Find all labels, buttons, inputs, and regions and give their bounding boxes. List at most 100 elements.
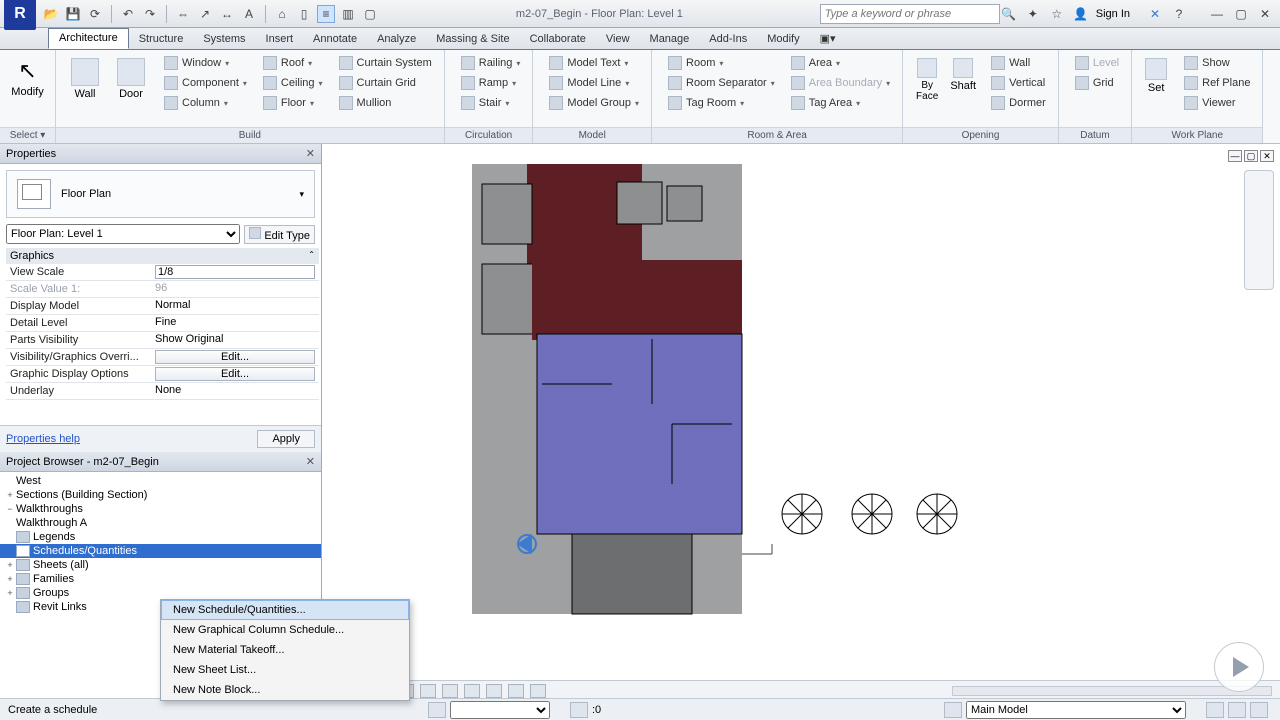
viewer-button[interactable]: Viewer — [1178, 94, 1256, 112]
filter-icon[interactable] — [1206, 702, 1224, 718]
help-icon[interactable]: ? — [1170, 5, 1188, 23]
mullion-button[interactable]: Mullion — [333, 94, 438, 112]
user-icon[interactable]: 👤 — [1072, 5, 1090, 23]
curtain-grid-button[interactable]: Curtain Grid — [333, 74, 438, 92]
vertical-button[interactable]: Vertical — [985, 74, 1052, 92]
tree-west[interactable]: West — [0, 474, 321, 488]
prop-input[interactable] — [155, 265, 315, 279]
play-overlay-icon[interactable] — [1214, 642, 1264, 692]
component-button[interactable]: Component — [158, 74, 253, 92]
worksets-icon[interactable] — [428, 702, 446, 718]
wall-button[interactable]: Wall — [62, 54, 108, 100]
model-group-button[interactable]: Model Group — [543, 94, 645, 112]
ramp-button[interactable]: Ramp — [455, 74, 527, 92]
tab-collaborate[interactable]: Collaborate — [520, 30, 596, 49]
collapse-icon[interactable]: ⌃ — [308, 250, 315, 262]
column-button[interactable]: Column — [158, 94, 253, 112]
search-input[interactable] — [820, 4, 1000, 24]
reveal-icon[interactable] — [530, 684, 546, 698]
floor-button[interactable]: Floor — [257, 94, 329, 112]
roof-button[interactable]: Roof — [257, 54, 329, 72]
select-pinned-icon[interactable] — [1250, 702, 1268, 718]
shadow-icon[interactable] — [420, 684, 436, 698]
switch-window-icon[interactable]: ▢ — [361, 5, 379, 23]
3d-icon[interactable]: ⌂ — [273, 5, 291, 23]
star-icon[interactable]: ☆ — [1048, 5, 1066, 23]
redo-icon[interactable]: ↷ — [141, 5, 159, 23]
shaft-button[interactable]: Shaft — [945, 54, 981, 92]
sync-icon[interactable]: ⟳ — [86, 5, 104, 23]
edit-type-button[interactable]: Edit Type — [244, 225, 315, 244]
tab-analyze[interactable]: Analyze — [367, 30, 426, 49]
dim-icon[interactable]: ↔ — [218, 5, 236, 23]
tab-add-ins[interactable]: Add-Ins — [699, 30, 757, 49]
lock-icon[interactable] — [486, 684, 502, 698]
open-icon[interactable]: 📂 — [42, 5, 60, 23]
workset-select[interactable] — [450, 701, 550, 719]
save-icon[interactable]: 💾 — [64, 5, 82, 23]
model-line-button[interactable]: Model Line — [543, 74, 645, 92]
section-icon[interactable]: ▯ — [295, 5, 313, 23]
close-icon[interactable]: ✕ — [1254, 5, 1276, 23]
menu-new-note-block-[interactable]: New Note Block... — [161, 680, 409, 700]
tree-sheets-all-[interactable]: +Sheets (all) — [0, 558, 321, 572]
browser-close-icon[interactable]: ✕ — [306, 455, 315, 468]
restore-view-icon[interactable]: ▢ — [1244, 150, 1258, 162]
crop-icon[interactable] — [442, 684, 458, 698]
key-icon[interactable]: ✦ — [1024, 5, 1042, 23]
menu-new-graphical-column-schedule-[interactable]: New Graphical Column Schedule... — [161, 620, 409, 640]
tree-schedules-quantities[interactable]: Schedules/Quantities — [0, 544, 321, 558]
binoculars-icon[interactable]: 🔍 — [1000, 5, 1018, 23]
text-icon[interactable]: A — [240, 5, 258, 23]
design-options-icon[interactable] — [944, 702, 962, 718]
tab-annotate[interactable]: Annotate — [303, 30, 367, 49]
grid-button[interactable]: Grid — [1069, 74, 1125, 92]
tree-groups[interactable]: +Groups — [0, 586, 321, 600]
window-button[interactable]: Window — [158, 54, 253, 72]
close-views-icon[interactable]: ▥ — [339, 5, 357, 23]
tree-walkthroughs[interactable]: −Walkthroughs — [0, 502, 321, 516]
editable-only-icon[interactable] — [570, 702, 588, 718]
menu-new-sheet-list-[interactable]: New Sheet List... — [161, 660, 409, 680]
tag-area-button[interactable]: Tag Area — [785, 94, 896, 112]
select-panel-title[interactable]: Select ▾ — [0, 127, 55, 143]
ceiling-button[interactable]: Ceiling — [257, 74, 329, 92]
tab-view[interactable]: View — [596, 30, 640, 49]
align-icon[interactable]: ↗ — [196, 5, 214, 23]
edit-button[interactable]: Edit... — [155, 350, 315, 364]
door-button[interactable]: Door — [108, 54, 154, 100]
tree-sections-building-section-[interactable]: +Sections (Building Section) — [0, 488, 321, 502]
wall-button[interactable]: Wall — [985, 54, 1052, 72]
close-view-icon[interactable]: ✕ — [1260, 150, 1274, 162]
tag-room-button[interactable]: Tag Room — [662, 94, 781, 112]
design-option-select[interactable]: Main Model — [966, 701, 1186, 719]
sign-in-link[interactable]: Sign In — [1096, 8, 1130, 20]
ribbon-expand-icon[interactable]: ▣▾ — [810, 29, 846, 49]
thin-lines-icon[interactable]: ≡ — [317, 5, 335, 23]
properties-help-link[interactable]: Properties help — [6, 433, 80, 445]
tab-manage[interactable]: Manage — [640, 30, 700, 49]
menu-new-schedule-quantities-[interactable]: New Schedule/Quantities... — [161, 600, 409, 620]
byface-button[interactable]: By Face — [909, 54, 945, 102]
room-button[interactable]: Room — [662, 54, 781, 72]
exchange-icon[interactable]: ✕ — [1146, 5, 1164, 23]
area-button[interactable]: Area — [785, 54, 896, 72]
properties-close-icon[interactable]: ✕ — [306, 147, 315, 160]
edit-button[interactable]: Edit... — [155, 367, 315, 381]
room-separator-button[interactable]: Room Separator — [662, 74, 781, 92]
temp-hide-icon[interactable] — [508, 684, 524, 698]
tab-architecture[interactable]: Architecture — [48, 28, 129, 49]
tab-insert[interactable]: Insert — [256, 30, 304, 49]
min-view-icon[interactable]: — — [1228, 150, 1242, 162]
instance-name-select[interactable]: Floor Plan: Level 1 — [6, 224, 240, 244]
measure-icon[interactable]: ⇔ — [174, 5, 192, 23]
show-button[interactable]: Show — [1178, 54, 1256, 72]
menu-new-material-takeoff-[interactable]: New Material Takeoff... — [161, 640, 409, 660]
tree-families[interactable]: +Families — [0, 572, 321, 586]
stair-button[interactable]: Stair — [455, 94, 527, 112]
set-workplane-button[interactable]: Set — [1138, 54, 1174, 94]
apply-button[interactable]: Apply — [257, 430, 315, 448]
modify-tool[interactable]: ↖Modify — [6, 54, 49, 98]
tree-legends[interactable]: Legends — [0, 530, 321, 544]
tab-massing-site[interactable]: Massing & Site — [426, 30, 519, 49]
